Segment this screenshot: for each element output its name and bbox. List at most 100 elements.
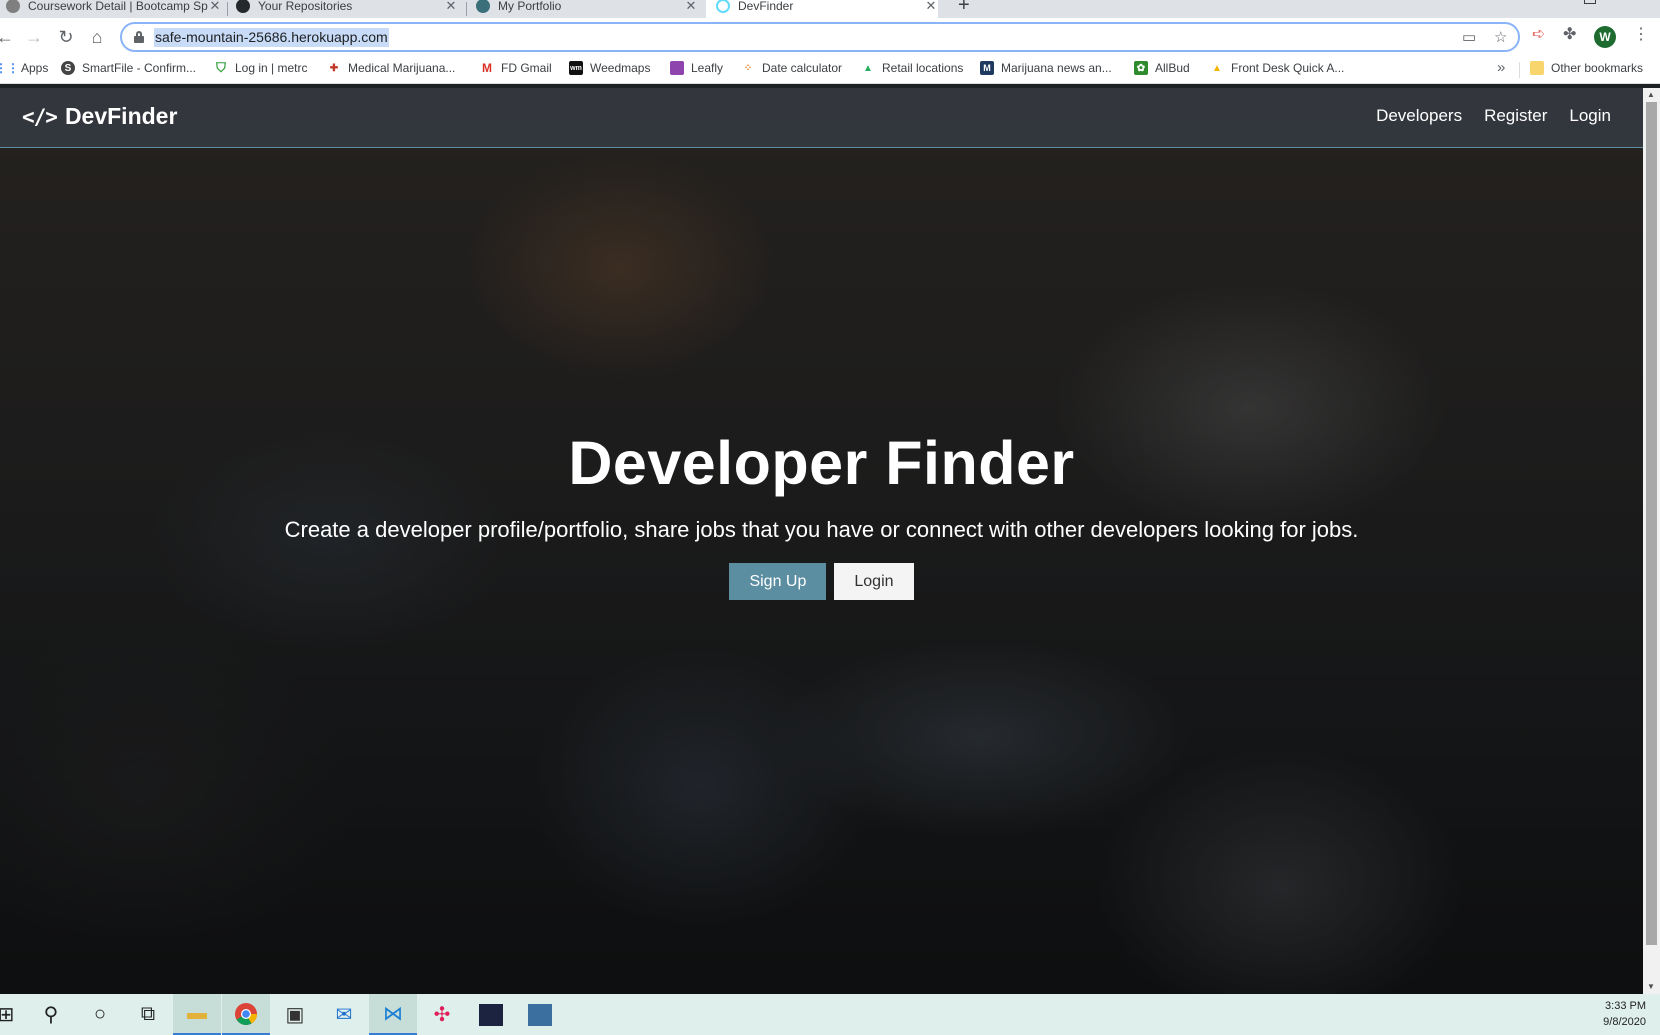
windows-taskbar: ⊞ ⚲ ○ ⧉ ▬ ▣ ✉ ⋈ ✣ 3:33 PM 9/8/2020: [0, 994, 1660, 1035]
menu-kebab-icon[interactable]: ⋮: [1633, 24, 1649, 44]
bookmarks-bar: ⋮⋮ Apps S SmartFile - Confirm... ⛉ Log i…: [0, 56, 1660, 84]
hero-title: Developer Finder: [568, 429, 1075, 497]
terminal-app-tile: [479, 1003, 503, 1026]
star-icon[interactable]: ☆: [1494, 28, 1507, 46]
nav-register-link[interactable]: Register: [1484, 106, 1547, 126]
tab-devfinder[interactable]: DevFinder ✕: [706, 0, 938, 18]
browser-toolbar: ← → ↻ ⌂ safe-mountain-25686.herokuapp.co…: [0, 18, 1660, 56]
bookmark-leafly[interactable]: Leafly: [670, 61, 723, 75]
mail-icon[interactable]: ✉: [320, 994, 368, 1035]
scroll-up-arrow-icon[interactable]: ▲: [1647, 90, 1655, 99]
file-explorer-icon[interactable]: ▬: [173, 994, 221, 1035]
bookmark-label: Log in | metrc: [235, 61, 308, 75]
apps-grid-icon: ⋮⋮: [0, 61, 19, 75]
bookmark-date-calculator[interactable]: ⁘ Date calculator: [741, 61, 842, 75]
terminal-app-icon[interactable]: [467, 994, 515, 1035]
bookmark-smartfile[interactable]: S SmartFile - Confirm...: [61, 61, 196, 75]
tab-coursework[interactable]: Coursework Detail | Bootcamp Sp ✕: [0, 0, 222, 18]
bookmark-metrc[interactable]: ⛉ Log in | metrc: [214, 60, 308, 75]
task-view-icon[interactable]: ⧉: [124, 994, 172, 1035]
folder-icon: [1530, 61, 1544, 75]
bookmark-fd-gmail[interactable]: M FD Gmail: [480, 61, 552, 75]
login-button[interactable]: Login: [834, 563, 914, 600]
clock-date: 9/8/2020: [1603, 1016, 1646, 1028]
chrome-icon[interactable]: [222, 994, 270, 1035]
bookmark-retail-locations[interactable]: ▲ Retail locations: [861, 61, 963, 75]
store-icon[interactable]: ▣: [271, 994, 319, 1035]
close-icon[interactable]: ✕: [208, 0, 222, 14]
code-icon: </>: [22, 104, 58, 129]
vscode-icon[interactable]: ⋈: [369, 994, 417, 1035]
bookmark-label: FD Gmail: [501, 61, 552, 75]
tab-strip: Coursework Detail | Bootcamp Sp ✕ Your R…: [0, 0, 1660, 18]
bookmark-other-folder[interactable]: Other bookmarks: [1530, 61, 1643, 75]
cast-icon[interactable]: ▭: [1462, 28, 1476, 46]
home-icon[interactable]: ⌂: [84, 24, 110, 50]
slack-icon[interactable]: ✣: [418, 994, 466, 1035]
bookmark-marijuana-news[interactable]: M Marijuana news an...: [980, 61, 1112, 75]
bookmark-weedmaps[interactable]: wm Weedmaps: [569, 61, 650, 75]
cortana-icon[interactable]: ○: [76, 994, 124, 1035]
signup-button[interactable]: Sign Up: [729, 563, 827, 600]
nav-links: Developers Register Login: [1376, 106, 1611, 126]
tab-repositories[interactable]: Your Repositories ✕: [236, 0, 458, 18]
metrc-shield-icon: ⛉: [216, 60, 226, 75]
scroll-down-arrow-icon[interactable]: ▼: [1647, 982, 1655, 991]
allbud-icon: ✿: [1134, 61, 1148, 75]
brand-logo[interactable]: </> DevFinder: [22, 103, 177, 130]
nav-developers-link[interactable]: Developers: [1376, 106, 1462, 126]
chevron-double-right-icon[interactable]: »: [1497, 59, 1505, 76]
bookmark-allbud[interactable]: ✿ AllBud: [1134, 61, 1190, 75]
profile-avatar[interactable]: W: [1594, 26, 1616, 48]
system-clock[interactable]: 3:33 PM 9/8/2020: [1603, 998, 1646, 1030]
tab-title: DevFinder: [738, 0, 794, 13]
bookmark-medical-marijuana[interactable]: ✚ Medical Marijuana...: [327, 61, 456, 75]
page-scrollbar[interactable]: ▲ ▼: [1643, 88, 1660, 994]
page-viewport: </> DevFinder Developers Register Login …: [0, 88, 1643, 994]
bookmark-label: SmartFile - Confirm...: [82, 61, 197, 75]
github-icon: [236, 0, 250, 13]
react-icon: [716, 0, 730, 13]
forward-arrow-icon[interactable]: →: [21, 24, 47, 50]
drive-icon: ▲: [1212, 62, 1222, 74]
bookmark-label: Apps: [21, 61, 49, 75]
tab-portfolio[interactable]: My Portfolio ✕: [476, 0, 698, 18]
tab-title: Your Repositories: [258, 0, 353, 13]
retail-icon: ▲: [863, 62, 873, 74]
bookmark-label: Medical Marijuana...: [348, 61, 456, 75]
bookmark-label: AllBud: [1155, 61, 1190, 75]
bookmark-label: Weedmaps: [590, 61, 651, 75]
plus-icon[interactable]: +: [958, 0, 970, 17]
scroll-thumb[interactable]: [1646, 102, 1657, 945]
reload-icon[interactable]: ↻: [53, 24, 79, 50]
tab-separator: [227, 2, 228, 16]
bookmark-label: Leafly: [691, 61, 724, 75]
bookmark-front-desk[interactable]: ▲ Front Desk Quick A...: [1210, 61, 1344, 75]
window-restore-icon[interactable]: [1584, 0, 1596, 4]
close-icon[interactable]: ✕: [444, 0, 458, 14]
bookmark-apps[interactable]: ⋮⋮ Apps: [0, 61, 48, 75]
nav-login-link[interactable]: Login: [1569, 106, 1611, 126]
hero-subtitle: Create a developer profile/portfolio, sh…: [284, 517, 1359, 542]
extension-icon[interactable]: ➪: [1532, 24, 1545, 44]
close-icon[interactable]: ✕: [684, 0, 698, 14]
back-arrow-icon[interactable]: ←: [0, 24, 18, 50]
medical-icon: ✚: [329, 62, 339, 74]
portfolio-favicon-icon: [476, 0, 490, 13]
address-bar[interactable]: safe-mountain-25686.herokuapp.com ▭ ☆: [120, 22, 1520, 52]
url-text[interactable]: safe-mountain-25686.herokuapp.com: [154, 28, 389, 47]
puzzle-extensions-icon[interactable]: ✤: [1563, 24, 1576, 44]
coursework-favicon-icon: [6, 0, 20, 13]
windows-start-icon[interactable]: ⊞: [0, 994, 30, 1035]
site-navbar: </> DevFinder Developers Register Login: [0, 88, 1643, 148]
gmail-icon: M: [482, 61, 492, 75]
leafly-icon: [670, 61, 684, 75]
search-icon[interactable]: ⚲: [27, 994, 75, 1035]
bookmark-label: Other bookmarks: [1551, 61, 1644, 75]
close-icon[interactable]: ✕: [924, 0, 938, 14]
lock-icon[interactable]: [134, 31, 144, 43]
mysql-workbench-icon[interactable]: [516, 994, 564, 1035]
smartfile-icon: S: [61, 61, 75, 75]
bookmark-label: Date calculator: [762, 61, 843, 75]
tab-separator: [466, 2, 467, 16]
